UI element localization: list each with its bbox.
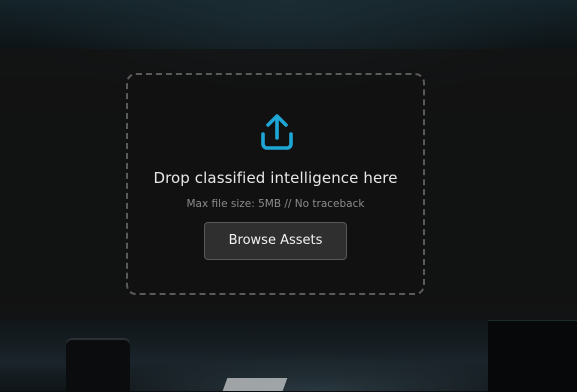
dropzone-subtitle: Max file size: 5MB // No traceback xyxy=(186,198,365,210)
file-dropzone[interactable]: Drop classified intelligence here Max fi… xyxy=(126,73,425,295)
upload-icon xyxy=(261,114,293,150)
browse-assets-button[interactable]: Browse Assets xyxy=(204,222,347,260)
monitor-silhouette xyxy=(488,320,577,392)
dropzone-title: Drop classified intelligence here xyxy=(153,169,398,187)
mug-silhouette xyxy=(66,338,130,391)
paper-sheet xyxy=(222,378,288,391)
